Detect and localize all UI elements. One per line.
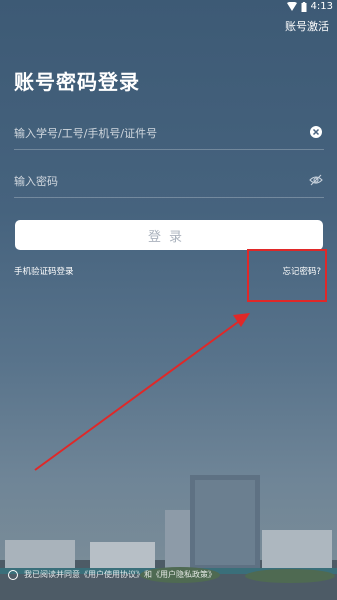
campus-skyline-background	[0, 475, 337, 600]
agreement-text[interactable]: 我已阅读并同意《用户使用协议》和《用户隐私政策》	[24, 569, 216, 580]
agreement-row: 我已阅读并同意《用户使用协议》和《用户隐私政策》	[8, 569, 216, 580]
agreement-radio[interactable]	[8, 569, 18, 580]
